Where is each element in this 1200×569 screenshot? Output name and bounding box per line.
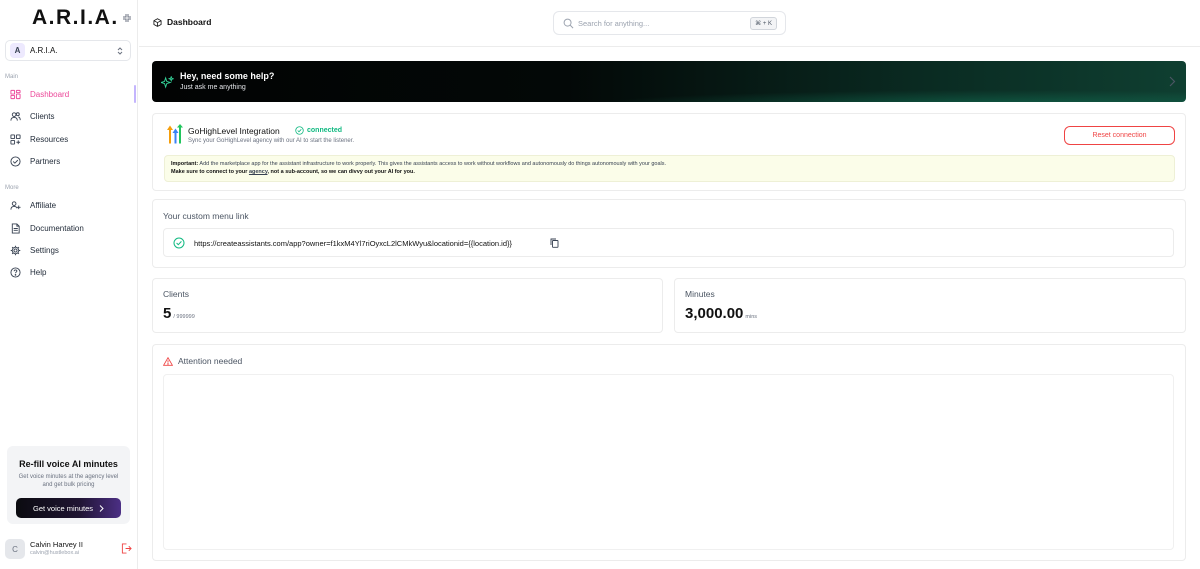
search-input[interactable]	[578, 17, 748, 30]
integration-card: GoHighLevel Integration connected Sync y…	[152, 113, 1186, 191]
workspace-name: A.R.I.A.	[30, 46, 58, 55]
menu-link-title: Your custom menu link	[163, 211, 249, 221]
clients-count: 5/ 999999	[163, 305, 195, 322]
gear-icon	[10, 245, 21, 255]
sidebar-item-documentation[interactable]: Documentation	[10, 219, 134, 237]
dashboard-icon	[10, 89, 21, 99]
search-icon	[563, 18, 574, 29]
help-circle-icon	[10, 266, 21, 278]
document-icon	[11, 222, 20, 234]
sidebar-item-partners[interactable]: Partners	[10, 152, 134, 170]
minutes-count: 3,000.00 mins	[685, 305, 757, 322]
collapse-sidebar-icon[interactable]	[122, 13, 132, 23]
sidebar-item-dashboard[interactable]: Dashboard	[10, 85, 134, 103]
sidebar-item-label: Clients	[30, 111, 55, 121]
app-logo[interactable]: A.R.I.A.	[32, 6, 119, 30]
sidebar-item-settings[interactable]: Settings	[10, 241, 134, 259]
handshake-icon	[10, 155, 21, 167]
banner-glow	[586, 90, 1186, 102]
user-email: calvin@hustlebox.ai	[30, 550, 79, 556]
sidebar-item-label: Dashboard	[30, 89, 70, 99]
menu-link-card: Your custom menu link https://createassi…	[152, 199, 1186, 268]
chevron-updown-icon	[117, 47, 123, 55]
status-badge: connected	[295, 126, 342, 135]
refill-minutes-card: Re-fill voice AI minutes Get voice minut…	[7, 446, 130, 524]
sidebar-item-clients[interactable]: Clients	[10, 107, 134, 125]
get-voice-minutes-button[interactable]: Get voice minutes	[16, 498, 121, 518]
attention-header: Attention needed	[163, 356, 242, 366]
chevron-right-icon	[1169, 76, 1176, 87]
minutes-label: Minutes	[685, 289, 715, 299]
sidebar-item-help[interactable]: Help	[10, 263, 134, 281]
clients-stat-card: Clients 5/ 999999	[152, 278, 663, 333]
notice-label: Important:	[171, 161, 199, 167]
sidebar-item-label: Partners	[30, 156, 61, 166]
chevron-right-icon	[99, 504, 104, 512]
clients-label: Clients	[163, 289, 189, 299]
integration-notice: Important: Add the marketplace app for t…	[164, 155, 1175, 182]
sidebar-item-label: Documentation	[30, 223, 84, 233]
status-text: connected	[307, 127, 343, 134]
sidebar-item-label: Settings	[30, 245, 59, 255]
user-profile: C Calvin Harvey II calvin@hustlebox.ai	[5, 538, 133, 560]
top-header: Dashboard ⌘ + K	[139, 0, 1200, 47]
minutes-value: 3,000.00	[685, 305, 744, 322]
section-label-more: More	[5, 185, 19, 191]
copy-icon[interactable]	[550, 238, 559, 248]
workspace-switcher[interactable]: A A.R.I.A.	[5, 40, 131, 61]
workspace-avatar: A	[10, 43, 25, 58]
section-label-main: Main	[5, 74, 19, 80]
integration-subtitle: Sync your GoHighLevel agency with our AI…	[188, 138, 355, 144]
search-bar[interactable]: ⌘ + K	[553, 11, 786, 35]
banner-title: Hey, need some help?	[180, 71, 275, 81]
attention-title: Attention needed	[178, 356, 243, 366]
button-label: Get voice minutes	[32, 503, 94, 513]
promo-text: Get voice minutes at the agency level an…	[18, 474, 119, 488]
notice-line2-start: Make sure to connect to your	[171, 169, 249, 175]
user-name: Calvin Harvey II	[30, 540, 83, 549]
check-circle-icon	[173, 237, 185, 249]
clients-limit: / 999999	[173, 314, 195, 320]
menu-link-url: https://createassistants.com/app?owner=f…	[194, 239, 513, 248]
menu-link-field[interactable]: https://createassistants.com/app?owner=f…	[163, 228, 1174, 257]
sidebar-item-label: Resources	[30, 134, 69, 144]
user-plus-icon	[10, 200, 21, 210]
sidebar-item-label: Affiliate	[30, 200, 57, 210]
agency-link[interactable]: agency	[249, 169, 268, 175]
minutes-stat-card: Minutes 3,000.00 mins	[674, 278, 1186, 333]
attention-list	[163, 374, 1174, 550]
integration-title: GoHighLevel Integration	[188, 126, 280, 136]
sidebar: A.R.I.A. A A.R.I.A. Main Dashboard Clien…	[0, 0, 138, 569]
active-indicator	[134, 85, 136, 103]
sidebar-item-label: Help	[30, 267, 47, 277]
cube-icon	[153, 17, 162, 27]
warning-triangle-icon	[163, 356, 173, 366]
promo-title: Re-fill voice AI minutes	[19, 459, 118, 469]
breadcrumb: Dashboard	[153, 17, 211, 27]
attention-card: Attention needed	[152, 344, 1186, 561]
reset-connection-button[interactable]: Reset connection	[1064, 126, 1175, 145]
minutes-unit: mins	[745, 314, 758, 320]
notice-line2-end: , not a sub-account, so we can divvy out…	[267, 169, 415, 175]
grid-plus-icon	[10, 133, 21, 145]
check-circle-icon	[295, 126, 304, 135]
search-shortcut-badge: ⌘ + K	[750, 17, 777, 30]
banner-subtitle: Just ask me anything	[180, 84, 246, 91]
users-icon	[10, 111, 21, 121]
sidebar-item-resources[interactable]: Resources	[10, 130, 134, 148]
notice-line-1: Important: Add the marketplace app for t…	[171, 160, 1168, 168]
gohighlevel-logo-icon	[167, 124, 183, 144]
notice-line-2: Make sure to connect to your agency, not…	[171, 168, 1168, 176]
page-title: Dashboard	[167, 17, 212, 27]
help-banner[interactable]: Hey, need some help? Just ask me anythin…	[152, 61, 1186, 102]
clients-value: 5	[163, 305, 172, 322]
avatar[interactable]: C	[5, 539, 25, 559]
logout-icon[interactable]	[121, 543, 132, 554]
notice-text: Add the marketplace app for the assistan…	[198, 161, 667, 167]
sparkles-icon	[161, 76, 174, 89]
sidebar-item-affiliate[interactable]: Affiliate	[10, 196, 134, 214]
